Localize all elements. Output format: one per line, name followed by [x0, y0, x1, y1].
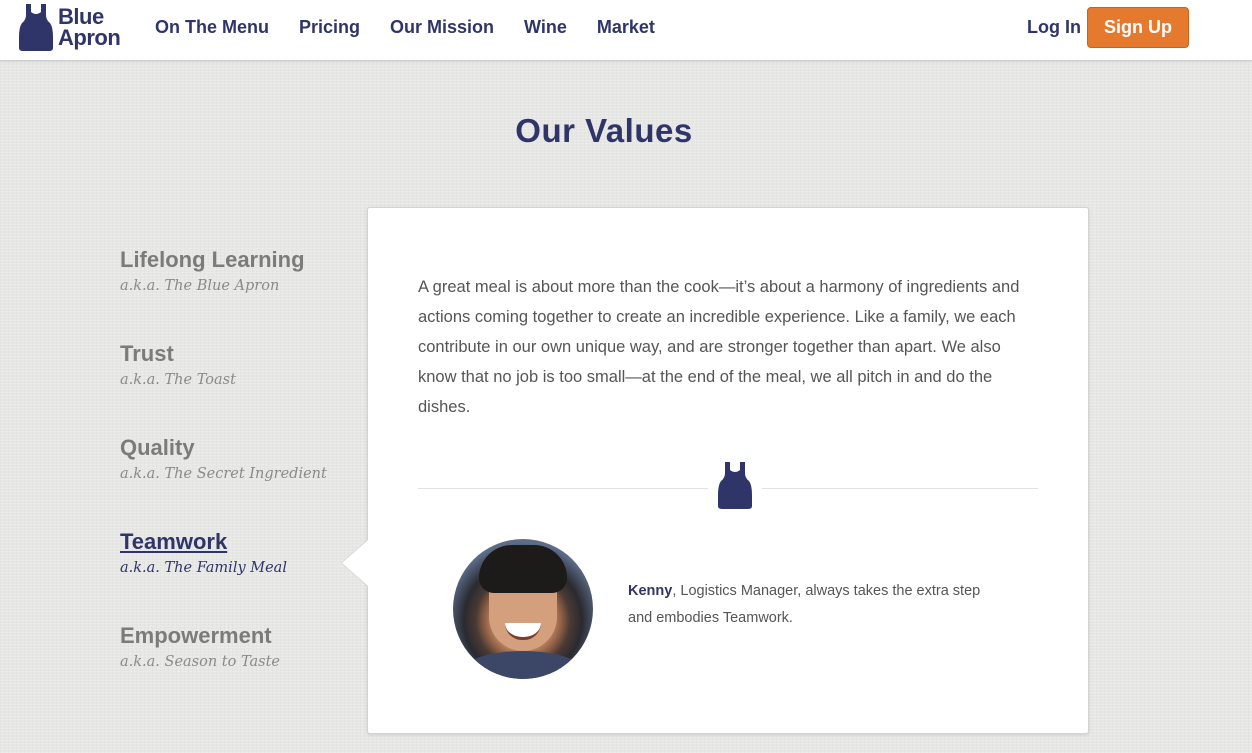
value-item-teamwork[interactable]: Teamwork a.k.a. The Family Meal [120, 528, 360, 622]
apron-icon [718, 462, 752, 509]
value-item-empowerment[interactable]: Empowerment a.k.a. Season to Taste [120, 622, 360, 716]
value-name: Lifelong Learning [120, 247, 305, 272]
value-aka: a.k.a. The Secret Ingredient [120, 466, 327, 482]
value-description: A great meal is about more than the cook… [418, 278, 1020, 416]
employee-name: Kenny [628, 583, 673, 599]
value-name: Empowerment [120, 623, 272, 648]
logo-line-2: Apron [58, 25, 121, 50]
nav-our-mission[interactable]: Our Mission [390, 17, 494, 38]
value-item-lifelong-learning[interactable]: Lifelong Learning a.k.a. The Blue Apron [120, 246, 360, 340]
employee-testimonial: Kenny, Logistics Manager, always takes t… [628, 578, 1008, 632]
avatar-hair [479, 545, 567, 593]
nav-market[interactable]: Market [597, 17, 655, 38]
employee-avatar [453, 539, 593, 679]
nav-wine[interactable]: Wine [524, 17, 567, 38]
nav-pricing[interactable]: Pricing [299, 17, 360, 38]
login-link[interactable]: Log In [1027, 17, 1081, 38]
card-pointer [342, 540, 368, 586]
blue-apron-logo[interactable]: Blue Apron [18, 3, 121, 51]
value-item-trust[interactable]: Trust a.k.a. The Toast [120, 340, 360, 434]
avatar-shirt [463, 651, 583, 679]
value-name: Teamwork [120, 529, 228, 554]
value-aka: a.k.a. The Family Meal [120, 560, 287, 576]
value-name: Trust [120, 341, 174, 366]
apron-logo-icon [19, 4, 53, 51]
logo-line-1: Blue [58, 4, 104, 29]
value-name: Quality [120, 435, 195, 460]
logo-wordmark: Blue Apron [58, 4, 121, 50]
value-aka: a.k.a. Season to Taste [120, 654, 280, 670]
divider-line-right [762, 488, 1038, 489]
section-title: Our Values [515, 112, 693, 149]
site-header: Blue Apron On The Menu Pricing Our Missi… [0, 0, 1252, 61]
employee-description: , Logistics Manager, always takes the ex… [628, 583, 981, 626]
value-aka: a.k.a. The Blue Apron [120, 278, 280, 294]
values-list: Lifelong Learning a.k.a. The Blue Apron … [120, 246, 360, 716]
main-nav: On The Menu Pricing Our Mission Wine Mar… [155, 17, 685, 38]
value-item-quality[interactable]: Quality a.k.a. The Secret Ingredient [120, 434, 360, 528]
signup-button[interactable]: Sign Up [1087, 7, 1189, 48]
value-aka: a.k.a. The Toast [120, 372, 236, 388]
nav-on-the-menu[interactable]: On The Menu [155, 17, 269, 38]
divider-line-left [418, 488, 708, 489]
